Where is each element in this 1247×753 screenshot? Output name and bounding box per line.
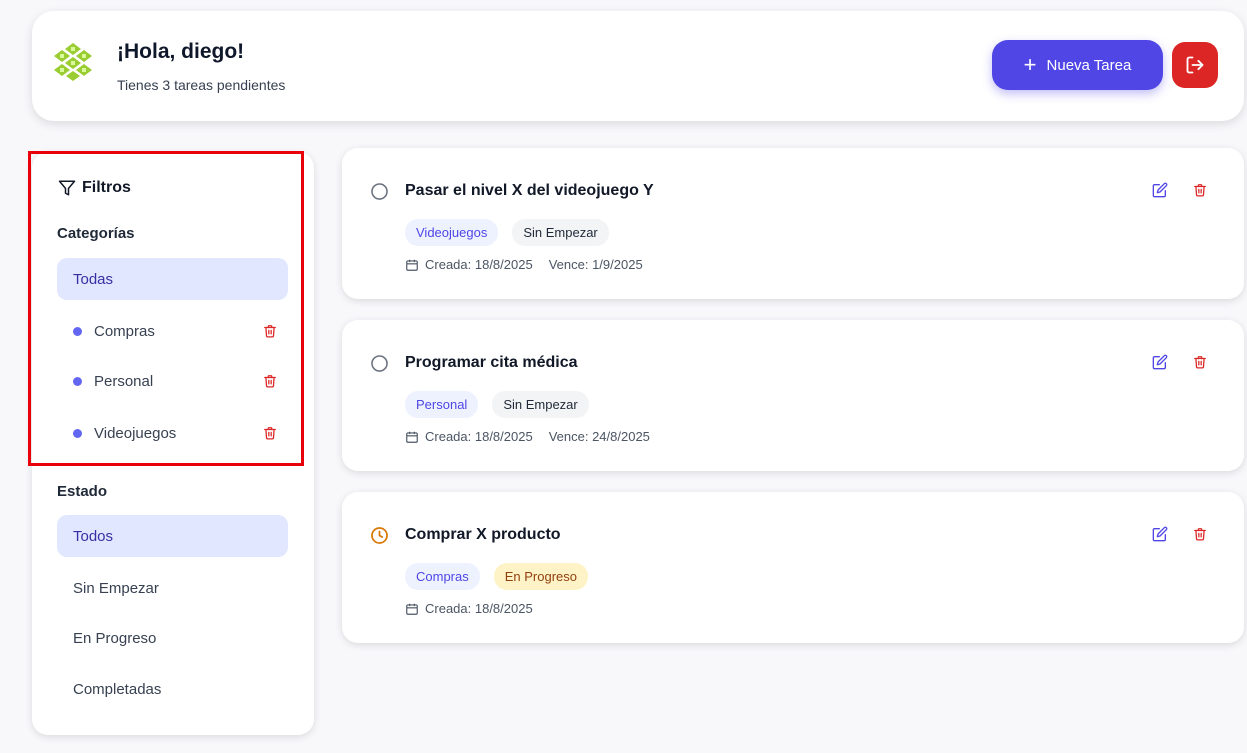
status-in-progress[interactable]: En Progreso: [57, 617, 288, 659]
due-date: Vence: 24/8/2025: [548, 429, 650, 444]
edit-icon[interactable]: [1152, 182, 1168, 198]
status-label: Completadas: [73, 680, 162, 698]
due-date: Vence: 1/9/2025: [548, 257, 643, 272]
task-title: Pasar el nivel X del videojuego Y: [405, 182, 654, 199]
category-all[interactable]: Todas: [57, 258, 288, 300]
category-all-label: Todas: [73, 270, 114, 288]
category-dot: [73, 376, 82, 386]
category-videojuegos[interactable]: Videojuegos: [57, 414, 295, 452]
category-badge: Videojuegos: [405, 219, 499, 246]
calendar-icon: [406, 259, 418, 271]
header-card: ¡Hola, diego! Tienes 3 tareas pendientes…: [32, 11, 1244, 121]
created-date: Creada: 18/8/2025: [425, 601, 533, 616]
status-label: Sin Empezar: [73, 579, 159, 597]
category-badge: Compras: [405, 563, 480, 590]
greeting-title: ¡Hola, diego!: [117, 40, 245, 63]
category-badge: Personal: [405, 391, 479, 418]
trash-icon[interactable]: [1193, 354, 1207, 370]
categories-heading: Categorías: [57, 225, 135, 242]
trash-icon[interactable]: [263, 425, 277, 441]
status-badge: Sin Empezar: [512, 219, 609, 246]
status-heading: Estado: [57, 483, 108, 500]
task-tags: Personal Sin Empezar: [405, 391, 589, 418]
new-task-button[interactable]: + Nueva Tarea: [992, 40, 1163, 90]
task-card: Comprar X producto Compras En Progreso C…: [342, 492, 1244, 643]
filter-icon: [58, 180, 76, 196]
plus-icon: +: [1023, 52, 1037, 77]
filters-title: Filtros: [58, 179, 131, 197]
category-label: Personal: [94, 372, 154, 390]
task-title: Comprar X producto: [405, 526, 561, 543]
created-date: Creada: 18/8/2025: [425, 257, 533, 272]
task-tags: Videojuegos Sin Empezar: [405, 219, 609, 246]
trash-icon[interactable]: [263, 323, 277, 339]
calendar-icon: [406, 603, 418, 615]
category-compras[interactable]: Compras: [57, 312, 295, 350]
category-dot: [73, 326, 82, 336]
task-title: Programar cita médica: [405, 354, 578, 371]
created-date: Creada: 18/8/2025: [425, 429, 533, 444]
edit-icon[interactable]: [1152, 354, 1168, 370]
task-dates: Creada: 18/8/2025: [405, 601, 533, 616]
avatar-pattern-icon: [52, 41, 94, 83]
new-task-label: Nueva Tarea: [1046, 56, 1132, 74]
status-all[interactable]: Todos: [57, 515, 288, 557]
calendar-icon: [406, 431, 418, 443]
category-label: Videojuegos: [94, 424, 177, 442]
task-dates: Creada: 18/8/2025 Vence: 24/8/2025: [405, 429, 650, 444]
filters-label: Filtros: [82, 179, 131, 196]
category-personal[interactable]: Personal: [57, 362, 295, 400]
trash-icon[interactable]: [1193, 526, 1207, 542]
task-tags: Compras En Progreso: [405, 563, 589, 590]
status-label: Todos: [73, 527, 114, 545]
logout-button[interactable]: [1172, 42, 1218, 88]
status-badge: Sin Empezar: [492, 391, 589, 418]
trash-icon[interactable]: [1193, 182, 1207, 198]
task-dates: Creada: 18/8/2025 Vence: 1/9/2025: [405, 257, 643, 272]
circle-icon[interactable]: [370, 354, 389, 373]
category-dot: [73, 428, 82, 438]
task-card: Pasar el nivel X del videojuego Y Videoj…: [342, 148, 1244, 299]
edit-icon[interactable]: [1152, 526, 1168, 542]
logout-icon: [1186, 56, 1204, 74]
pending-count-subtitle: Tienes 3 tareas pendientes: [117, 77, 286, 93]
status-label: En Progreso: [73, 629, 157, 647]
status-completed[interactable]: Completadas: [57, 668, 288, 710]
status-badge: En Progreso: [493, 563, 589, 590]
clock-icon[interactable]: [370, 526, 389, 545]
status-not-started[interactable]: Sin Empezar: [57, 567, 288, 609]
circle-icon[interactable]: [370, 182, 389, 201]
trash-icon[interactable]: [263, 373, 277, 389]
task-card: Programar cita médica Personal Sin Empez…: [342, 320, 1244, 471]
category-label: Compras: [94, 322, 155, 340]
